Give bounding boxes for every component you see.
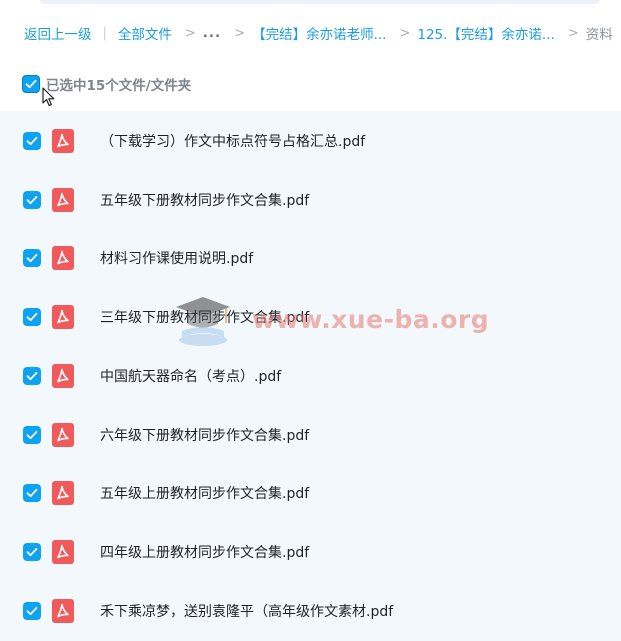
pdf-icon: [52, 246, 74, 271]
pdf-icon: [52, 129, 74, 153]
back-link[interactable]: 返回上一级: [24, 23, 92, 43]
check-icon: [26, 254, 38, 263]
check-icon: [26, 547, 38, 556]
check-icon: [26, 606, 38, 615]
file-row[interactable]: 四年级上册教材同步作文合集.pdf: [0, 523, 621, 581]
file-checkbox[interactable]: [23, 366, 41, 385]
file-row[interactable]: 禾下乘凉梦，送别袁隆平（高年级作文素材.pdf: [0, 582, 621, 640]
selection-count-label: 已选中15个文件/文件夹: [46, 78, 192, 94]
breadcrumb-arrow-1: >: [184, 25, 196, 41]
file-row[interactable]: 五年级下册教材同步作文合集.pdf: [0, 171, 621, 229]
top-scroll-pill: [40, 0, 600, 4]
file-name[interactable]: 五年级下册教材同步作文合集.pdf: [100, 190, 309, 210]
check-icon: [25, 79, 37, 89]
pdf-icon: [52, 598, 74, 623]
check-icon: [26, 489, 38, 498]
file-name[interactable]: 中国航天器命名（考点）.pdf: [100, 366, 281, 386]
select-all-checkbox[interactable]: [22, 75, 40, 93]
check-icon: [26, 195, 38, 204]
breadcrumb-folder-1[interactable]: 【完结】余亦诺老师...: [252, 23, 386, 43]
file-name[interactable]: 材料习作课使用说明.pdf: [100, 248, 253, 268]
pdf-icon: [52, 539, 74, 564]
breadcrumb: 返回上一级 | 全部文件 > ... > 【完结】余亦诺老师... > 125.…: [24, 23, 613, 43]
file-row[interactable]: 六年级下册教材同步作文合集.pdf: [0, 406, 621, 464]
file-checkbox[interactable]: [23, 425, 41, 444]
pdf-icon: [52, 363, 74, 388]
top-strip: [0, 0, 621, 8]
file-name[interactable]: （下载学习）作文中标点符号占格汇总.pdf: [100, 131, 365, 151]
breadcrumb-arrow-3: >: [399, 25, 411, 41]
file-name[interactable]: 四年级上册教材同步作文合集.pdf: [100, 542, 309, 562]
file-row[interactable]: 中国航天器命名（考点）.pdf: [0, 347, 621, 405]
pdf-icon: [52, 481, 74, 506]
file-name[interactable]: 三年级下册教材同步作文合集.pdf: [100, 307, 309, 327]
check-icon: [26, 312, 38, 322]
file-row[interactable]: 材料习作课使用说明.pdf: [0, 229, 621, 287]
file-checkbox[interactable]: [23, 542, 41, 561]
file-checkbox[interactable]: [23, 484, 41, 503]
breadcrumb-ellipsis[interactable]: ...: [203, 25, 221, 41]
breadcrumb-folder-2[interactable]: 125.【完结】余亦诺...: [417, 23, 554, 43]
breadcrumb-all-files[interactable]: 全部文件: [118, 23, 172, 43]
pdf-icon: [52, 187, 74, 212]
file-checkbox[interactable]: [23, 249, 41, 268]
file-name[interactable]: 六年级下册教材同步作文合集.pdf: [100, 425, 309, 445]
breadcrumb-divider: |: [102, 25, 107, 41]
pdf-icon: [52, 422, 74, 447]
file-checkbox[interactable]: [23, 132, 41, 150]
file-name[interactable]: 禾下乘凉梦，送别袁隆平（高年级作文素材.pdf: [100, 601, 393, 621]
pdf-icon: [52, 305, 74, 330]
check-icon: [26, 371, 38, 380]
file-checkbox[interactable]: [23, 601, 41, 620]
file-checkbox[interactable]: [23, 190, 41, 209]
file-list: （下载学习）作文中标点符号占格汇总.pdf 五年级下册教材同步作文合集.pdf 材料…: [0, 111, 621, 641]
check-icon: [26, 136, 38, 146]
breadcrumb-current: 资料: [585, 27, 613, 43]
file-row[interactable]: 三年级下册教材同步作文合集.pdf: [0, 288, 621, 346]
mouse-cursor-icon: [42, 87, 55, 107]
file-row[interactable]: 五年级上册教材同步作文合集.pdf: [0, 464, 621, 522]
check-icon: [26, 430, 38, 439]
file-name[interactable]: 五年级上册教材同步作文合集.pdf: [100, 483, 309, 503]
file-checkbox[interactable]: [23, 308, 41, 327]
file-row[interactable]: （下载学习）作文中标点符号占格汇总.pdf: [0, 112, 621, 170]
breadcrumb-arrow-2: >: [234, 25, 246, 41]
breadcrumb-arrow-4: >: [567, 25, 579, 41]
